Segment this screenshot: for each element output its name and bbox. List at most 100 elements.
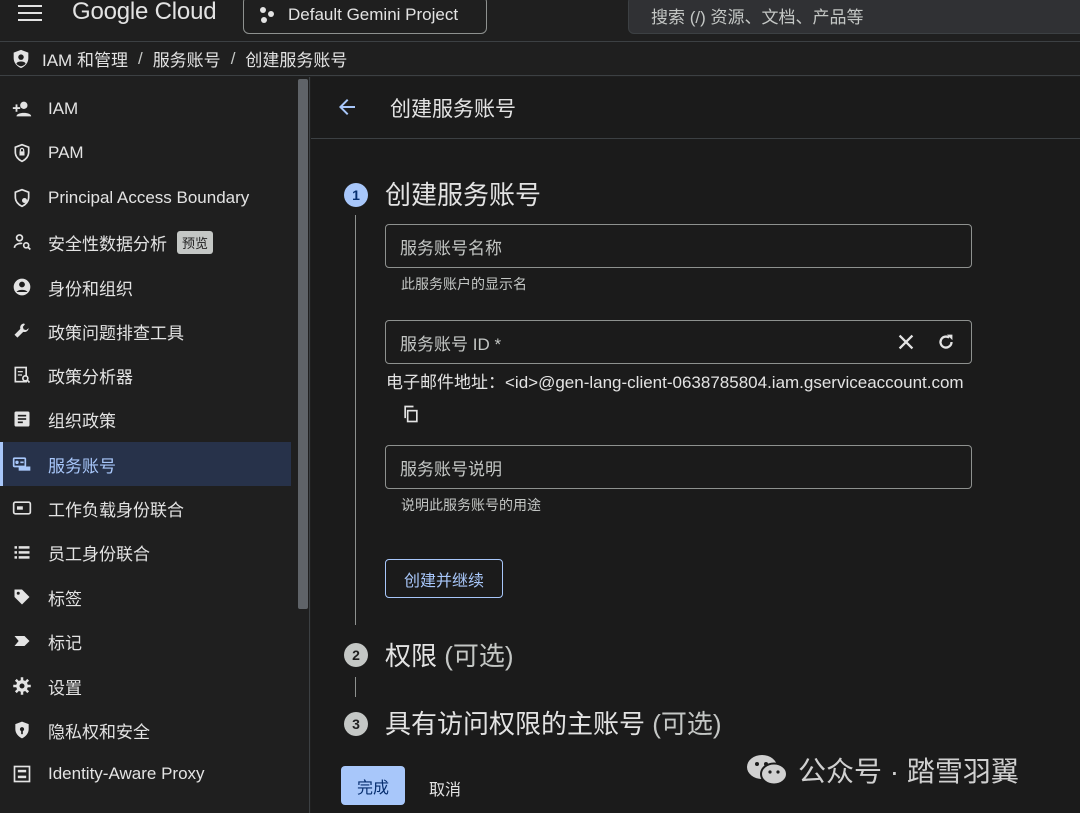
optional-label: (可选) xyxy=(444,641,514,671)
sidebar-item-label: 政策分析器 xyxy=(48,367,133,387)
sidebar-item-identity-organization[interactable]: 身份和组织 xyxy=(0,265,291,309)
step-connector xyxy=(355,215,356,625)
breadcrumb-iam[interactable]: IAM 和管理 xyxy=(42,46,128,71)
page-header: 创建服务账号 xyxy=(311,77,1080,139)
sidebar-item-label: 标记 xyxy=(48,633,82,653)
sidebar-item-org-policies[interactable]: 组织政策 xyxy=(0,397,291,441)
service-account-icon xyxy=(10,452,34,476)
proxy-icon xyxy=(10,762,34,786)
sidebar-item-iam[interactable]: IAM xyxy=(0,87,291,131)
copy-icon[interactable] xyxy=(401,404,421,424)
person-search-icon xyxy=(10,230,34,254)
sidebar-item-label: 隐私权和安全 xyxy=(48,722,150,742)
sidebar-item-workforce-identity-federation[interactable]: 员工身份联合 xyxy=(0,530,291,574)
service-account-id-input[interactable]: 服务账号 ID * xyxy=(385,320,972,364)
field-placeholder: 服务账号名称 xyxy=(400,238,502,258)
list-icon xyxy=(10,540,34,564)
shield-lock-icon xyxy=(10,141,34,165)
project-name: Default Gemini Project xyxy=(288,5,459,24)
policy-analyzer-icon xyxy=(10,363,34,387)
wrench-icon xyxy=(10,319,34,343)
breadcrumb: IAM 和管理 / 服务账号 / 创建服务账号 xyxy=(0,42,1080,76)
sidebar-item-label: 组织政策 xyxy=(48,411,116,431)
top-bar: Google Cloud Default Gemini Project 搜索 (… xyxy=(0,0,1080,42)
sidebar-item-policy-analyzer[interactable]: 政策分析器 xyxy=(0,353,291,397)
sidebar-item-principal-access-boundary[interactable]: Principal Access Boundary xyxy=(0,176,291,220)
breadcrumb-service-accounts[interactable]: 服务账号 xyxy=(153,46,221,71)
sidebar-item-policy-troubleshooter[interactable]: 政策问题排查工具 xyxy=(0,309,291,353)
email-address-text: 电子邮件地址：<id>@gen-lang-client-0638785804.i… xyxy=(386,373,964,392)
id-card-icon xyxy=(10,496,34,520)
sidebar-item-label: PAM xyxy=(48,143,84,162)
label-icon xyxy=(10,629,34,653)
breadcrumb-separator: / xyxy=(137,48,143,68)
create-and-continue-button[interactable]: 创建并继续 xyxy=(385,559,503,598)
search-placeholder: 搜索 (/) 资源、文档、产品等 xyxy=(651,7,864,27)
optional-label: (可选) xyxy=(652,709,722,739)
refresh-icon[interactable] xyxy=(935,331,957,353)
iam-shield-icon xyxy=(13,49,29,68)
breadcrumb-create: 创建服务账号 xyxy=(245,51,348,70)
sidebar-item-label: 标签 xyxy=(48,589,82,609)
gear-icon xyxy=(10,674,34,698)
sidebar-item-label: Identity-Aware Proxy xyxy=(48,764,205,783)
sidebar-item-label: 设置 xyxy=(48,678,82,698)
sidebar-item-label: Principal Access Boundary xyxy=(48,188,250,207)
done-button[interactable]: 完成 xyxy=(341,766,405,805)
watermark-text: 公众号 · 踏雪羽翼 xyxy=(798,756,1019,787)
document-icon xyxy=(10,407,34,431)
sidebar-item-identity-aware-proxy[interactable]: Identity-Aware Proxy xyxy=(0,752,291,796)
step-3-title[interactable]: 具有访问权限的主账号 (可选) xyxy=(385,704,722,741)
sidebar-item-label: 安全性数据分析 xyxy=(48,234,167,254)
service-account-name-input[interactable]: 服务账号名称 xyxy=(385,224,972,268)
step-title-text: 创建服务账号 xyxy=(385,180,542,210)
wechat-logo-icon xyxy=(747,755,788,786)
sidebar: IAM PAM Principal Access Boundary 安全性数据分… xyxy=(0,77,310,813)
clear-icon[interactable] xyxy=(895,331,917,353)
project-selector[interactable]: Default Gemini Project xyxy=(243,0,487,34)
name-help-text: 此服务账户的显示名 xyxy=(401,276,527,292)
page-title: 创建服务账号 xyxy=(390,98,516,121)
tag-icon xyxy=(10,585,34,609)
sidebar-item-label: 员工身份联合 xyxy=(48,544,150,564)
sidebar-scrollbar[interactable] xyxy=(298,79,308,609)
sidebar-item-tags[interactable]: 标签 xyxy=(0,575,291,619)
menu-icon[interactable] xyxy=(18,0,44,26)
field-placeholder: 服务账号说明 xyxy=(400,459,502,479)
sidebar-item-labels[interactable]: 标记 xyxy=(0,619,291,663)
field-placeholder: 服务账号 ID * xyxy=(400,334,502,354)
preview-badge: 预览 xyxy=(177,230,214,254)
step-1-indicator: 1 xyxy=(344,183,368,207)
sidebar-item-label: IAM xyxy=(48,99,79,118)
step-2-indicator: 2 xyxy=(344,643,368,667)
search-input[interactable]: 搜索 (/) 资源、文档、产品等 xyxy=(628,0,1080,34)
google-cloud-logo[interactable]: Google Cloud xyxy=(72,0,217,26)
step-1-title[interactable]: 创建服务账号 xyxy=(385,175,541,212)
sidebar-item-label: 服务账号 xyxy=(48,456,116,476)
main-content: 创建服务账号 1 创建服务账号 服务账号名称 此服务账户的显示名 服务账号 ID… xyxy=(311,77,1080,813)
step-title-text: 权限 xyxy=(385,641,438,671)
sidebar-item-privacy-security[interactable]: 隐私权和安全 xyxy=(0,708,291,752)
step-title-text: 具有访问权限的主账号 xyxy=(385,709,646,739)
step-3-indicator: 3 xyxy=(344,712,368,736)
privacy-shield-icon xyxy=(10,718,34,742)
step-connector xyxy=(355,677,356,697)
step-2-title[interactable]: 权限 (可选) xyxy=(385,636,514,673)
sidebar-item-label: 政策问题排查工具 xyxy=(48,323,184,343)
sidebar-item-label: 身份和组织 xyxy=(48,279,133,299)
person-add-icon xyxy=(10,97,34,121)
watermark: 公众号 · 踏雪羽翼 xyxy=(746,750,1019,790)
id-field-actions xyxy=(895,331,957,353)
service-account-description-input[interactable]: 服务账号说明 xyxy=(385,445,972,489)
cancel-button[interactable]: 取消 xyxy=(429,776,461,800)
sidebar-item-workload-identity-federation[interactable]: 工作负载身份联合 xyxy=(0,486,291,530)
description-help-text: 说明此服务账号的用途 xyxy=(401,497,541,513)
breadcrumb-separator: / xyxy=(230,48,236,68)
sidebar-item-security-insights[interactable]: 安全性数据分析 预览 xyxy=(0,220,291,264)
sidebar-item-pam[interactable]: PAM xyxy=(0,131,291,175)
sidebar-item-settings[interactable]: 设置 xyxy=(0,664,291,708)
account-circle-icon xyxy=(10,275,34,299)
sidebar-item-service-accounts[interactable]: 服务账号 xyxy=(0,442,291,486)
back-arrow-icon[interactable] xyxy=(335,95,359,119)
boundary-shield-icon xyxy=(10,186,34,210)
